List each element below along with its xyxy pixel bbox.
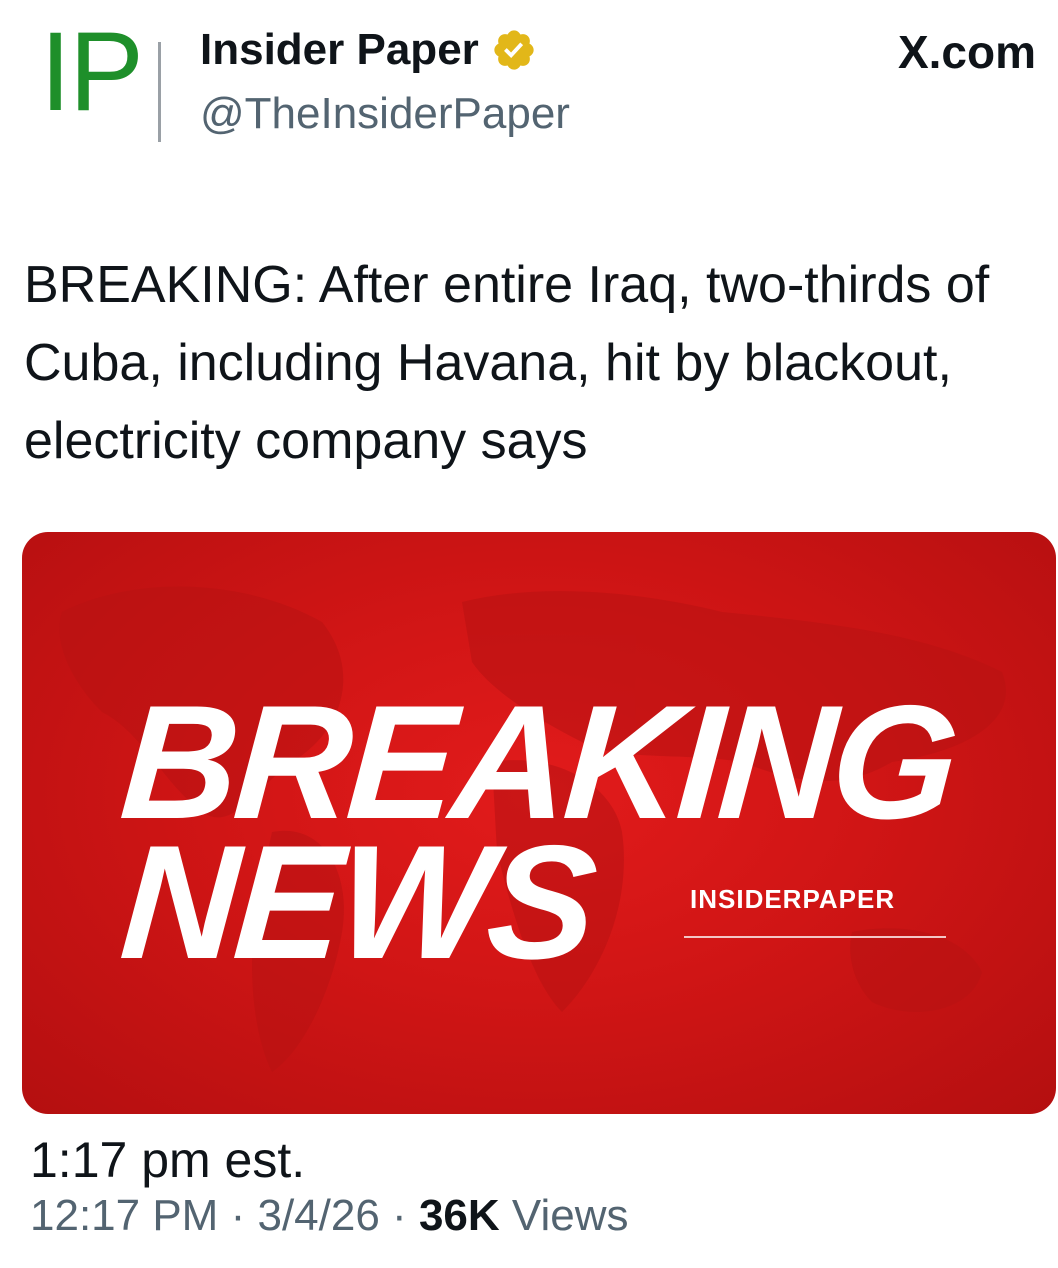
meta-separator: · (392, 1191, 407, 1240)
author-name-row[interactable]: Insider Paper (200, 22, 537, 78)
views-label: Views (511, 1191, 629, 1240)
tweet-text: BREAKING: After entire Iraq, two-thirds … (24, 256, 990, 470)
handle[interactable]: @TheInsiderPaper (200, 86, 570, 142)
tweet-time[interactable]: 12:17 PM (30, 1191, 218, 1240)
display-name[interactable]: Insider Paper (200, 22, 479, 78)
tweet-meta: 12:17 PM · 3/4/26 · 36K Views (30, 1186, 628, 1246)
brand-label: INSIDERPAPER (690, 884, 896, 914)
tweet-date[interactable]: 3/4/26 (257, 1191, 379, 1240)
avatar-divider (158, 42, 161, 142)
avatar[interactable]: IP (40, 16, 168, 142)
views-count[interactable]: 36K (419, 1191, 500, 1240)
avatar-logo-text: IP (40, 9, 144, 134)
timestamp-annotation: 1:17 pm est. (30, 1132, 306, 1188)
meta-separator: · (230, 1191, 246, 1240)
tweet-media-image[interactable]: BREAKING NEWS INSIDERPAPER (22, 532, 1056, 1114)
brand-underline (684, 936, 946, 938)
site-label: X.com (897, 26, 1036, 78)
verified-badge-icon (494, 30, 534, 70)
news-headline-text: NEWS (115, 812, 599, 993)
